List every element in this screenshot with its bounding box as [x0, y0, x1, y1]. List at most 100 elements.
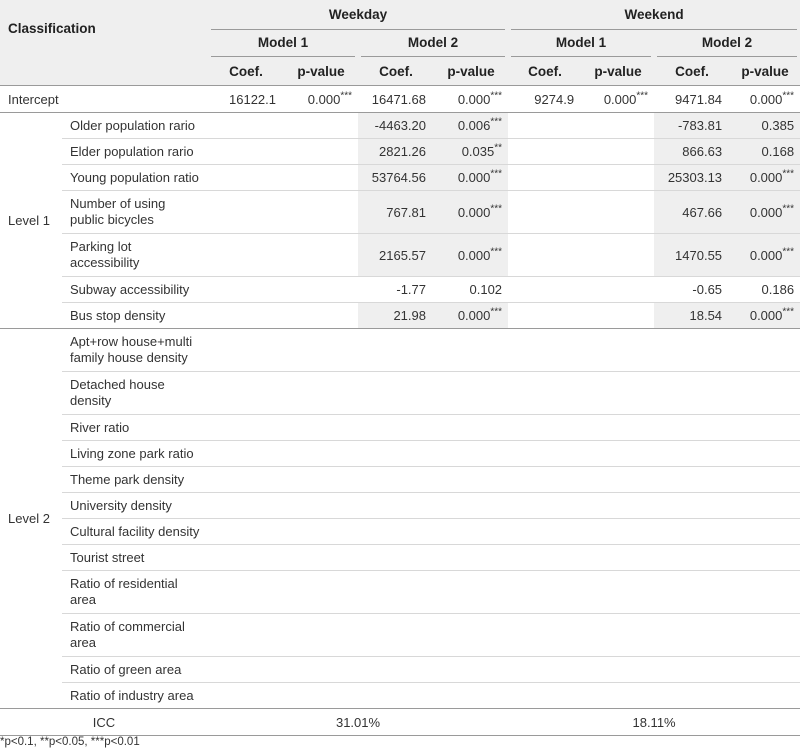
we-m1-coef — [508, 112, 583, 139]
empty-cell — [508, 544, 583, 571]
wd-m1-pvalue — [284, 164, 358, 191]
level2-label: Level 2 — [0, 328, 62, 709]
pvalue-header: p-value — [284, 57, 358, 86]
we-m1-coef — [508, 138, 583, 165]
wd-m1-coef: 16122.1 — [208, 85, 284, 113]
empty-cell — [582, 682, 655, 709]
variable-label: Bus stop density — [62, 302, 208, 329]
level1-row: Bus stop density 21.98 0.000*** 18.54 0.000*… — [0, 302, 800, 329]
coef-header: Coef. — [358, 57, 434, 86]
variable-label: Theme park density — [62, 466, 208, 493]
wd-m2-pvalue: 0.035** — [434, 138, 509, 165]
empty-cell — [654, 492, 731, 519]
header-spacer — [0, 57, 208, 86]
we-m1-pvalue: 0.000*** — [582, 85, 655, 113]
we-m1-coef — [508, 233, 583, 277]
we-m1-pvalue — [582, 138, 655, 165]
wd-m2-coef: 16471.68 — [358, 85, 434, 113]
wd-m1-coef — [208, 112, 284, 139]
empty-cell — [434, 466, 509, 493]
variable-label: Young population ratio — [62, 164, 208, 191]
empty-cell — [508, 328, 583, 372]
empty-cell — [434, 414, 509, 441]
empty-cell — [208, 328, 284, 372]
empty-cell — [508, 656, 583, 683]
empty-cell — [654, 466, 731, 493]
empty-cell — [434, 492, 509, 519]
level2-row: Level 2 Apt+row house+multi family house … — [0, 328, 800, 709]
empty-cell — [434, 328, 509, 372]
variable-label: Elder population rario — [62, 138, 208, 165]
weekday-model2-header: Model 2 — [358, 30, 509, 57]
we-m2-coef: 18.54 — [654, 302, 731, 329]
empty-cell — [582, 656, 655, 683]
variable-label: Older population rario — [62, 112, 208, 139]
level1-label: Level 1 — [0, 112, 62, 329]
we-m2-coef: 9471.84 — [654, 85, 731, 113]
empty-cell — [358, 613, 434, 657]
icc-weekend: 18.11% — [508, 708, 800, 736]
empty-cell — [208, 682, 284, 709]
empty-cell — [208, 544, 284, 571]
empty-cell — [730, 544, 800, 571]
wd-m1-pvalue — [284, 112, 358, 139]
we-m2-pvalue: 0.000*** — [730, 85, 800, 113]
we-m1-pvalue — [582, 302, 655, 329]
wd-m2-pvalue: 0.006*** — [434, 112, 509, 139]
variable-label: Ratio of industry area — [62, 682, 208, 709]
wd-m1-pvalue — [284, 276, 358, 303]
empty-cell — [508, 440, 583, 467]
we-m1-pvalue — [582, 276, 655, 303]
weekend-header: Weekend — [508, 0, 800, 30]
variable-label: Living zone park ratio — [62, 440, 208, 467]
empty-cell — [358, 544, 434, 571]
empty-cell — [582, 371, 655, 415]
empty-cell — [358, 492, 434, 519]
level1-row: Number of using public bicycles 767.81 0.0… — [0, 190, 800, 234]
we-m1-pvalue — [582, 190, 655, 234]
empty-cell — [582, 544, 655, 571]
empty-cell — [284, 414, 358, 441]
empty-cell — [654, 544, 731, 571]
wd-m2-pvalue: 0.102 — [434, 276, 509, 303]
weekend-model1-header: Model 1 — [508, 30, 655, 57]
empty-cell — [508, 518, 583, 545]
weekday-model1-header: Model 1 — [208, 30, 358, 57]
level2-row: Ratio of industry area — [0, 682, 800, 709]
variable-label: Apt+row house+multi family house density — [62, 328, 208, 372]
level1-row: Young population ratio 53764.56 0.000*** 25… — [0, 164, 800, 191]
empty-cell — [730, 656, 800, 683]
level2-row: Ratio of residential area — [0, 570, 800, 614]
empty-cell — [358, 466, 434, 493]
empty-cell — [508, 414, 583, 441]
level1-row: Level 1 Older population rario -4463.20 0.0… — [0, 112, 800, 329]
level2-row: Tourist street — [0, 544, 800, 571]
wd-m2-pvalue: 0.000*** — [434, 164, 509, 191]
empty-cell — [208, 570, 284, 614]
empty-cell — [284, 570, 358, 614]
intercept-row: Intercept 16122.1 0.000*** 16471.68 0.00… — [0, 85, 800, 113]
empty-cell — [508, 613, 583, 657]
we-m1-coef — [508, 276, 583, 303]
wd-m1-coef — [208, 302, 284, 329]
empty-cell — [434, 570, 509, 614]
level2-row: Detached house density — [0, 371, 800, 415]
variable-label: Ratio of commercial area — [62, 613, 208, 657]
level1-row: Elder population rario 2821.26 0.035** 866.… — [0, 138, 800, 165]
empty-cell — [358, 414, 434, 441]
wd-m2-coef: 2165.57 — [358, 233, 434, 277]
we-m2-pvalue: 0.000*** — [730, 233, 800, 277]
we-m1-coef: 9274.9 — [508, 85, 583, 113]
empty-cell — [730, 440, 800, 467]
empty-cell — [508, 570, 583, 614]
empty-cell — [654, 613, 731, 657]
we-m2-coef: 866.63 — [654, 138, 731, 165]
level2-row: Ratio of commercial area — [0, 613, 800, 657]
we-m2-coef: 1470.55 — [654, 233, 731, 277]
we-m2-pvalue: 0.168 — [730, 138, 800, 165]
empty-cell — [654, 682, 731, 709]
empty-cell — [284, 656, 358, 683]
table-header: Classification Weekday Weekend Model 1 M… — [0, 0, 800, 86]
empty-cell — [654, 414, 731, 441]
variable-label: Subway accessibility — [62, 276, 208, 303]
